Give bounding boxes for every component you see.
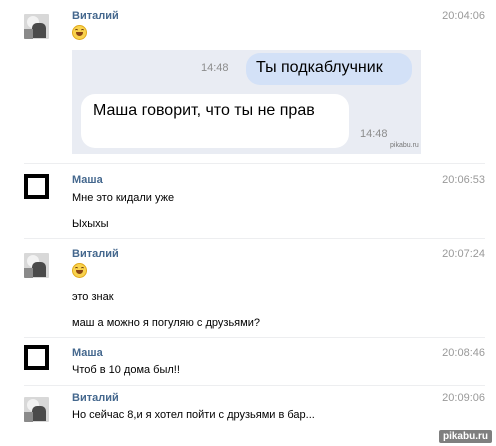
- message-text: Мне это кидали уже: [72, 192, 175, 204]
- incoming-time: 14:48: [360, 128, 388, 140]
- grinning-emoji-icon: [72, 263, 87, 278]
- message-time: 20:09:06: [442, 392, 485, 404]
- outgoing-bubble: Ты подкаблучник: [246, 53, 412, 85]
- message-text: Ыхыхы: [72, 218, 109, 230]
- avatar[interactable]: [24, 253, 49, 278]
- divider: [24, 385, 485, 386]
- author-name[interactable]: Виталий: [72, 248, 119, 260]
- site-watermark: pikabu.ru: [438, 430, 492, 443]
- message-text: маш а можно я погуляю с друзьями?: [72, 317, 260, 329]
- outgoing-time: 14:48: [201, 62, 229, 74]
- avatar[interactable]: [24, 345, 49, 370]
- divider: [24, 238, 485, 239]
- avatar[interactable]: [24, 397, 49, 422]
- outgoing-text: Ты подкаблучник: [256, 59, 383, 76]
- author-name[interactable]: Маша: [72, 174, 103, 186]
- incoming-text: Маша говорит, что ты не прав: [93, 102, 315, 119]
- attached-screenshot[interactable]: Ты подкаблучник 14:48 Маша говорит, что …: [72, 50, 421, 154]
- avatar[interactable]: [24, 174, 49, 199]
- message-time: 20:06:53: [442, 174, 485, 186]
- message-time: 20:04:06: [442, 10, 485, 22]
- avatar[interactable]: [24, 14, 49, 39]
- message-time: 20:08:46: [442, 347, 485, 359]
- grinning-emoji-icon: [72, 25, 87, 40]
- incoming-bubble: Маша говорит, что ты не прав: [81, 94, 349, 148]
- author-name[interactable]: Маша: [72, 347, 103, 359]
- author-name[interactable]: Виталий: [72, 10, 119, 22]
- divider: [24, 337, 485, 338]
- author-name[interactable]: Виталий: [72, 392, 119, 404]
- message-text: это знак: [72, 291, 114, 303]
- message-text: Чтоб в 10 дома был!!: [72, 364, 180, 376]
- message-text: Но сейчас 8,и я хотел пойти с друзьями в…: [72, 409, 315, 421]
- message-time: 20:07:24: [442, 248, 485, 260]
- divider: [24, 163, 485, 164]
- watermark: pikabu.ru: [390, 142, 419, 149]
